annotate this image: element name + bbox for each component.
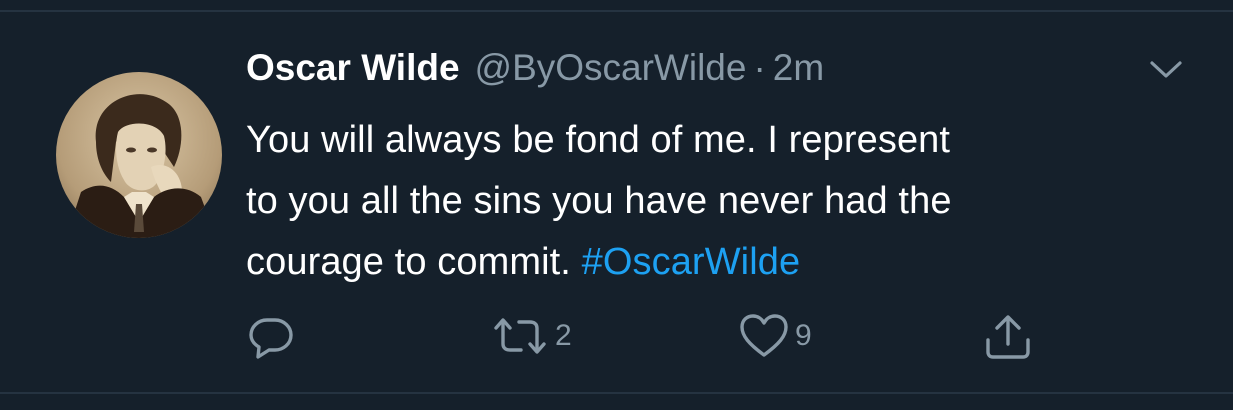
- speech-bubble-icon: [249, 318, 293, 359]
- chevron-down-icon[interactable]: [1146, 56, 1186, 84]
- tweet-body: You will always be fond of me. I represe…: [246, 110, 1186, 293]
- retweet-button[interactable]: 2: [491, 312, 572, 360]
- tweet-text-fragment: courage to commit.: [246, 241, 571, 283]
- share-upload-icon: [986, 315, 1030, 359]
- separator-dot: ·: [753, 47, 766, 88]
- avatar[interactable]: [56, 72, 222, 238]
- tweet-text-line-last: courage to commit. #OscarWilde: [246, 232, 1186, 293]
- top-divider: [0, 10, 1233, 12]
- tweet-header: Oscar Wilde @ByOscarWilde · 2m: [246, 47, 824, 97]
- retweet-icon: [494, 318, 546, 354]
- share-button[interactable]: [983, 312, 1033, 362]
- author-handle[interactable]: @ByOscarWilde: [475, 47, 747, 89]
- like-button[interactable]: 9: [739, 312, 812, 360]
- tweet-text-line: You will always be fond of me. I represe…: [246, 119, 951, 161]
- avatar-portrait: [56, 72, 222, 238]
- like-count: 9: [795, 319, 812, 352]
- author-name[interactable]: Oscar Wilde: [246, 47, 460, 89]
- hashtag-link[interactable]: #OscarWilde: [582, 241, 801, 283]
- retweet-count: 2: [555, 319, 572, 352]
- heart-icon: [740, 314, 788, 357]
- tweet-text-line: to you all the sins you have never had t…: [246, 180, 952, 222]
- reply-button[interactable]: [247, 312, 295, 360]
- tweet-timestamp[interactable]: 2m: [773, 47, 824, 89]
- bottom-divider: [0, 392, 1233, 394]
